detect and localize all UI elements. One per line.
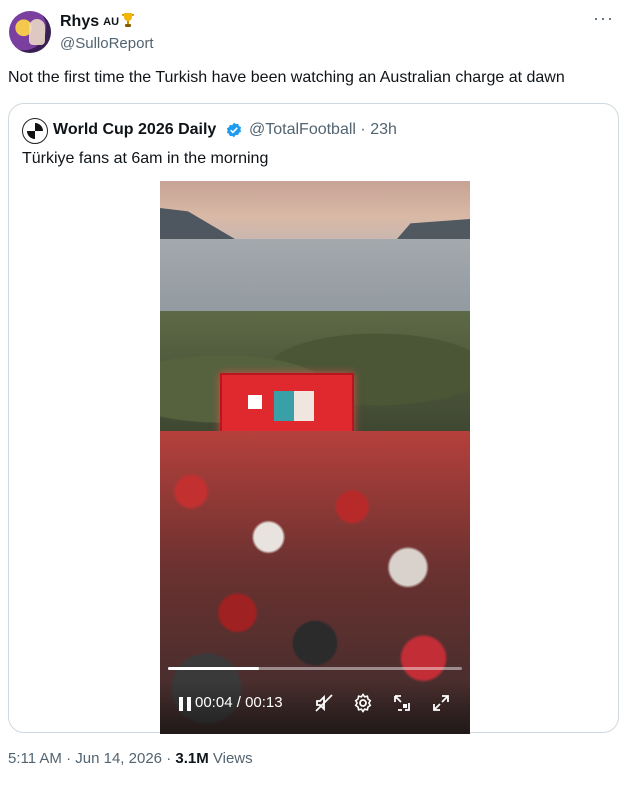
author-avatar[interactable] [9, 11, 51, 53]
views-label: Views [212, 750, 253, 767]
trophy-icon [121, 12, 135, 33]
screen-picture [274, 391, 314, 421]
author-name[interactable]: Rhys AU [60, 12, 135, 33]
more-options-icon[interactable]: ··· [593, 8, 614, 29]
country-tag: AU [103, 16, 120, 28]
fullscreen-icon[interactable] [431, 693, 451, 718]
video-progress-fill [168, 667, 260, 670]
pip-icon[interactable] [392, 693, 412, 718]
current-time: 00:04 [195, 694, 233, 711]
verified-badge-icon [226, 122, 242, 143]
quoted-meta: @TotalFootball · 23h [249, 121, 397, 139]
video-frame-big-screen [220, 373, 354, 437]
footer-dot: · [166, 750, 172, 767]
screen-logo [248, 395, 262, 409]
quoted-handle[interactable]: @TotalFootball [249, 121, 356, 138]
duration: 00:13 [245, 694, 283, 711]
mute-icon[interactable] [314, 693, 334, 718]
tweet-footer: 5:11 AM · Jun 14, 2026 · 3.1M Views [8, 750, 253, 767]
quoted-text: Türkiye fans at 6am in the morning [22, 150, 269, 167]
settings-icon[interactable] [353, 693, 373, 718]
author-name-text[interactable]: Rhys [60, 13, 99, 30]
quoted-age[interactable]: 23h [370, 121, 397, 138]
video-player[interactable]: 00:04 / 00:13 [160, 181, 470, 734]
views-count[interactable]: 3.1M [175, 750, 208, 767]
author-handle[interactable]: @SulloReport [60, 35, 154, 52]
post-time[interactable]: 5:11 AM [8, 750, 62, 767]
quoted-tweet[interactable]: World Cup 2026 Daily @TotalFootball · 23… [8, 103, 619, 734]
tweet-text: Not the first time the Turkish have been… [8, 69, 565, 86]
time-separator: / [236, 694, 241, 711]
video-progress-bar[interactable] [168, 667, 462, 670]
meta-separator: · [360, 121, 366, 138]
video-time: 00:04 / 00:13 [195, 694, 283, 711]
quoted-avatar[interactable] [22, 118, 48, 144]
video-controls: 00:04 / 00:13 [160, 681, 470, 734]
pause-icon[interactable] [178, 696, 192, 717]
quoted-author-name[interactable]: World Cup 2026 Daily [53, 121, 216, 139]
post-date[interactable]: Jun 14, 2026 [75, 750, 162, 767]
footer-dot: · [66, 750, 72, 767]
